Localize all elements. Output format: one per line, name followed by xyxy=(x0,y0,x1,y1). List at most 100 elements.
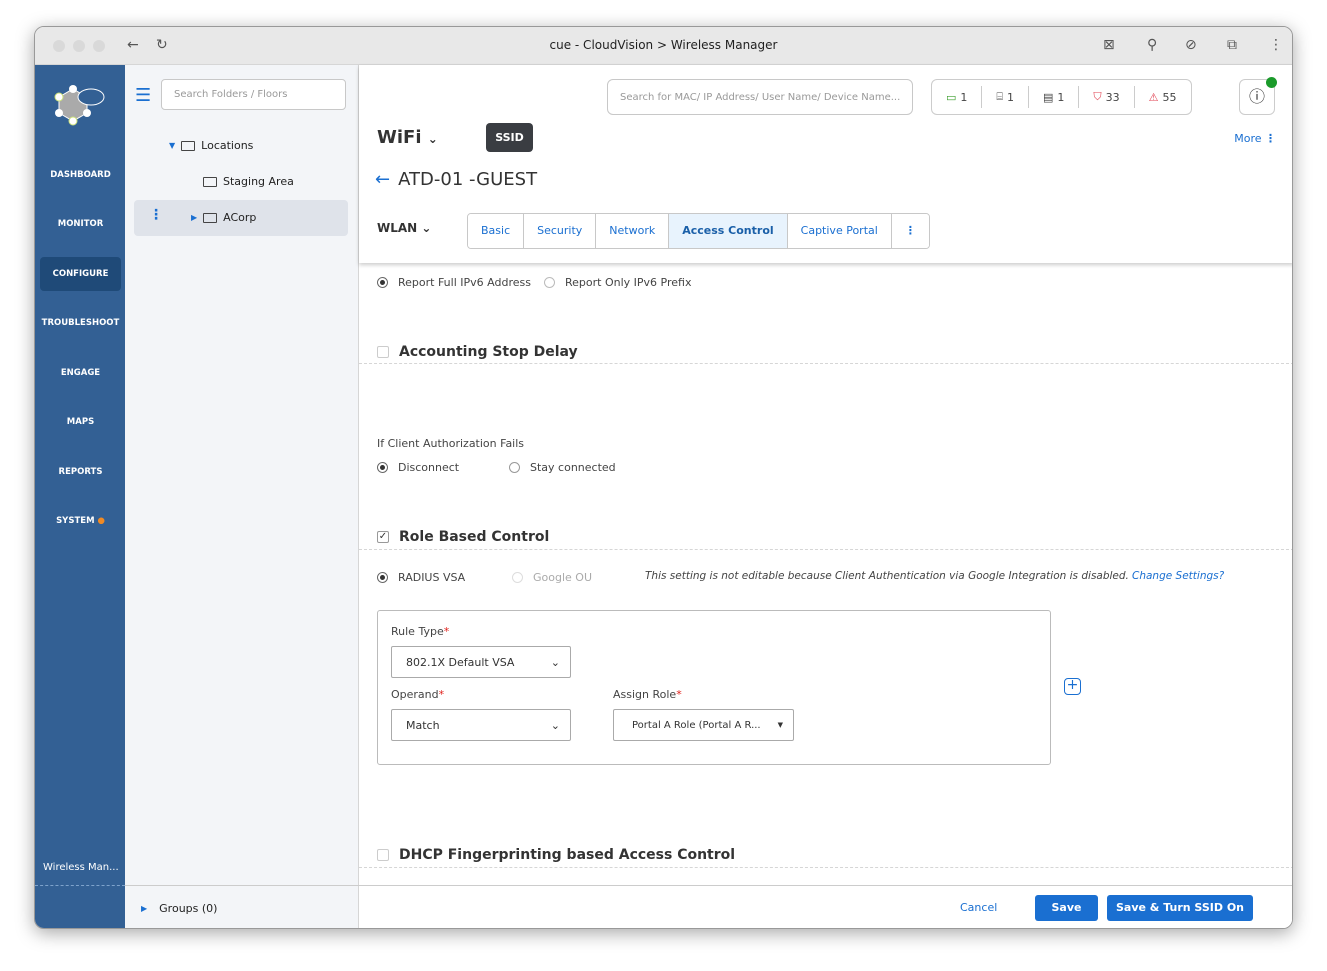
section-title: DHCP Fingerprinting based Access Control xyxy=(399,847,736,863)
status-summary: ▭ 1 ⌸ 1 ▤ 1 ⛉ 33 ⚠ 55 xyxy=(931,79,1192,115)
radio-icon xyxy=(512,572,523,583)
chevron-down-icon: ⌄ xyxy=(421,221,432,235)
back-arrow-icon[interactable]: ← xyxy=(375,169,390,190)
checkbox-icon xyxy=(377,346,389,358)
switch-icon: ▤ xyxy=(1043,90,1054,104)
option-label: Disconnect xyxy=(398,461,460,474)
main-nav: DASHBOARD MONITOR CONFIGURE TROUBLESHOOT… xyxy=(35,65,125,928)
menu-icon[interactable]: ⋮ xyxy=(1269,37,1283,53)
folder-icon xyxy=(181,140,196,151)
change-settings-link[interactable]: Change Settings? xyxy=(1132,570,1224,582)
tab-bar: Basic Security Network Access Control Ca… xyxy=(467,213,930,249)
tree-item-acorp[interactable]: ▶ ACorp xyxy=(191,211,256,224)
chevron-down-icon: ⌄ xyxy=(550,718,560,732)
nav-footer-label: Wireless Man... xyxy=(43,862,119,873)
tab-captive-portal[interactable]: Captive Portal xyxy=(787,214,892,248)
cancel-button[interactable]: Cancel xyxy=(960,901,997,914)
section-accounting-stop[interactable]: Accounting Stop Delay xyxy=(377,344,578,360)
ssid-title: ← ATD-01 -GUEST xyxy=(375,169,537,190)
assign-role-select[interactable]: Portal A Role (Portal A R... ▼ xyxy=(613,709,794,741)
info-button[interactable]: ⓘ xyxy=(1239,77,1277,115)
option-label: RADIUS VSA xyxy=(398,571,466,584)
operand-select[interactable]: Match ⌄ xyxy=(391,709,571,741)
required-mark: * xyxy=(443,625,450,638)
info-icon: ⓘ xyxy=(1248,87,1265,106)
footer-bar: Cancel Save Save & Turn SSID On xyxy=(359,885,1292,928)
kebab-icon[interactable]: ⋮ xyxy=(149,207,163,223)
divider xyxy=(359,363,1292,364)
shield-icon: ⛉ xyxy=(1093,90,1102,103)
field-label: Rule Type xyxy=(391,625,444,638)
extensions-icon[interactable]: ⧉ xyxy=(1227,37,1237,53)
tab-network[interactable]: Network xyxy=(596,214,670,248)
tab-security[interactable]: Security xyxy=(524,214,597,248)
assign-role-label: Assign Role* xyxy=(613,688,682,701)
wlan-dropdown[interactable]: WLAN ⌄ xyxy=(377,221,431,235)
divider xyxy=(125,885,359,886)
tree-label: ACorp xyxy=(223,211,257,224)
save-turn-on-button[interactable]: Save & Turn SSID On xyxy=(1107,895,1253,921)
staging-folder-icon xyxy=(203,176,217,187)
laptop-icon: ▭ xyxy=(946,90,957,104)
more-label: More xyxy=(1234,132,1262,145)
radio-icon xyxy=(377,572,388,583)
tree-item-locations[interactable]: ▼ Locations xyxy=(169,139,253,152)
nav-system[interactable]: SYSTEM ● xyxy=(40,504,121,538)
tree-item-staging[interactable]: Staging Area xyxy=(203,175,294,188)
stat-security[interactable]: ⛉ 33 xyxy=(1079,86,1135,108)
stat-value: 1 xyxy=(1057,90,1065,104)
stat-value: 55 xyxy=(1162,90,1177,104)
radio-disconnect[interactable]: Disconnect xyxy=(377,461,459,474)
nav-system-label: SYSTEM xyxy=(56,516,95,526)
radio-report-full[interactable]: Report Full IPv6 Address xyxy=(377,276,531,289)
caret-right-icon: ▶ xyxy=(141,904,148,913)
kebab-icon: ⋮ xyxy=(1265,132,1276,145)
online-dot-icon xyxy=(1266,77,1277,88)
global-search-input[interactable]: Search for MAC/ IP Address/ User Name/ D… xyxy=(607,79,913,115)
tree-label: Staging Area xyxy=(223,175,294,188)
required-mark: * xyxy=(676,688,682,701)
radio-radius-vsa[interactable]: RADIUS VSA xyxy=(377,571,465,584)
nav-monitor[interactable]: MONITOR xyxy=(40,207,121,241)
nav-configure[interactable]: CONFIGURE xyxy=(40,257,121,291)
tabs-more-icon[interactable]: ⋮ xyxy=(891,214,929,248)
router-icon: ⌸ xyxy=(996,90,1004,103)
radio-icon xyxy=(377,462,388,473)
folder-search-input[interactable]: Search Folders / Floors xyxy=(161,79,346,110)
nav-engage[interactable]: ENGAGE xyxy=(40,356,121,390)
radio-report-prefix[interactable]: Report Only IPv6 Prefix xyxy=(544,276,691,289)
hamburger-icon[interactable]: ☰ xyxy=(135,85,151,106)
stat-switches[interactable]: ▤ 1 xyxy=(1029,86,1080,108)
chevron-down-icon: ⌄ xyxy=(550,655,560,669)
wifi-dropdown[interactable]: WiFi ⌄ xyxy=(377,127,438,148)
folder-icon xyxy=(203,212,218,223)
nav-dashboard[interactable]: DASHBOARD xyxy=(40,158,121,192)
section-dhcp-fingerprinting[interactable]: DHCP Fingerprinting based Access Control xyxy=(377,847,735,863)
save-button[interactable]: Save xyxy=(1035,895,1098,921)
page-header: Search for MAC/ IP Address/ User Name/ D… xyxy=(359,65,1292,263)
wlan-label: WLAN xyxy=(377,221,418,235)
add-rule-icon[interactable]: + xyxy=(1064,678,1081,695)
eye-off-icon[interactable]: ⊘ xyxy=(1185,37,1197,53)
browser-window: ← ↻ cue - CloudVision > Wireless Manager… xyxy=(34,26,1293,929)
section-role-based[interactable]: ✓ Role Based Control xyxy=(377,529,549,545)
stat-clients[interactable]: ▭ 1 xyxy=(932,86,983,108)
radio-icon xyxy=(544,277,555,288)
google-note: This setting is not editable because Cli… xyxy=(645,570,1129,582)
nav-reports[interactable]: REPORTS xyxy=(40,455,121,489)
warning-icon: ⚠ xyxy=(1148,90,1159,104)
nav-troubleshoot[interactable]: TROUBLESHOOT xyxy=(40,306,121,340)
radio-stay-connected[interactable]: Stay connected xyxy=(509,461,616,474)
more-button[interactable]: More ⋮ xyxy=(1234,132,1276,145)
tab-basic[interactable]: Basic xyxy=(468,214,525,248)
stat-aps[interactable]: ⌸ 1 xyxy=(982,86,1030,108)
stat-alerts[interactable]: ⚠ 55 xyxy=(1135,86,1191,108)
folder-tree-panel: ☰ Search Folders / Floors ▼ Locations Sta… xyxy=(125,65,359,928)
rule-type-select[interactable]: 802.1X Default VSA ⌄ xyxy=(391,646,571,678)
tab-access-control[interactable]: Access Control xyxy=(669,214,788,248)
camera-off-icon[interactable]: ⊠ xyxy=(1103,37,1115,53)
radio-icon xyxy=(509,462,520,473)
nav-maps[interactable]: MAPS xyxy=(40,405,121,439)
zoom-icon[interactable]: ⚲ xyxy=(1147,37,1157,53)
tree-item-groups[interactable]: ▶ Groups (0) xyxy=(141,902,217,915)
